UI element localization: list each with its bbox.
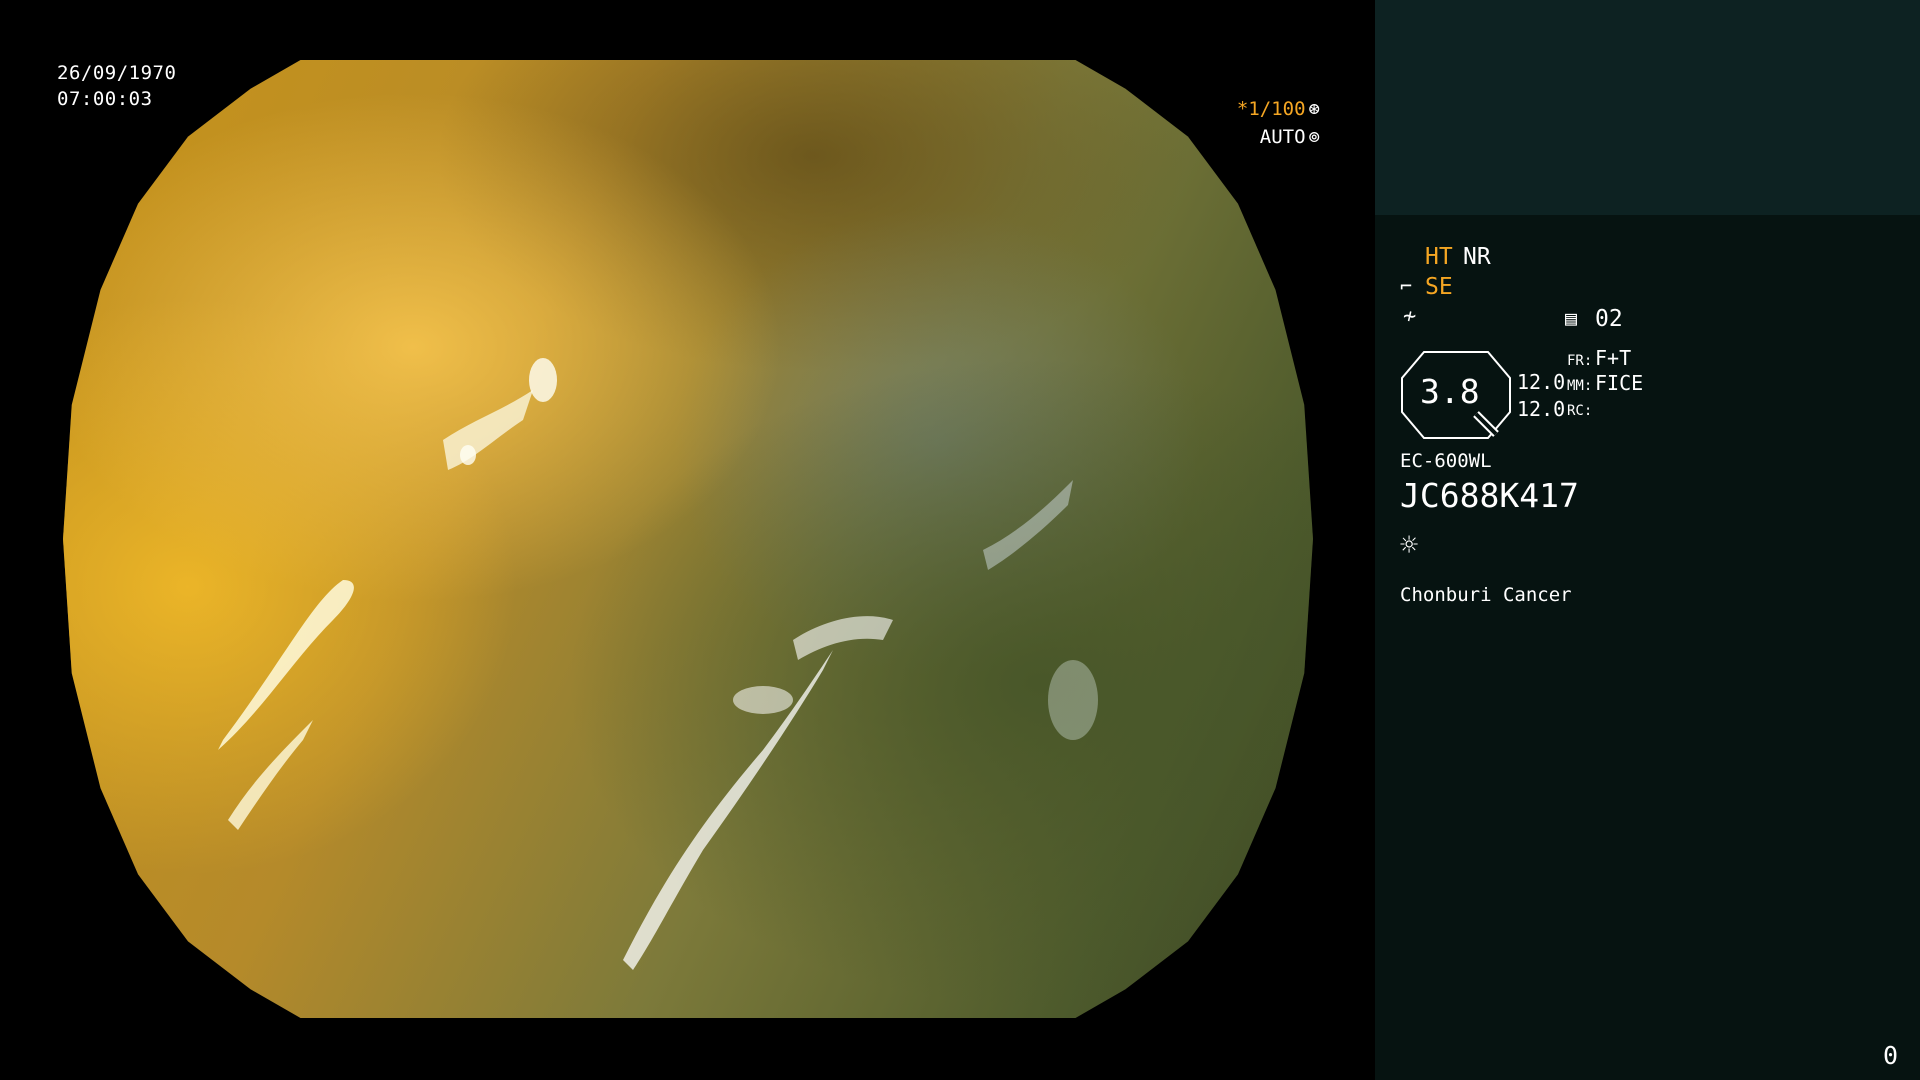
exposure-mode: AUTO ⊚ <box>1260 126 1320 148</box>
scope-id: JC688K417 <box>1400 476 1579 515</box>
value-2: 12.0 <box>1517 397 1566 421</box>
light-icon: ☼ <box>1400 528 1419 563</box>
storage-icon: ▤ <box>1565 306 1578 330</box>
institution-name: Chonburi Cancer <box>1400 584 1572 606</box>
info-panel: HT NR ⌐ SE ≁ ▤ 02 3.8 12.0 12.0 FR: F+T … <box>1375 0 1920 1080</box>
info-panel-header <box>1375 0 1920 215</box>
value-1: 12.0 <box>1517 370 1566 394</box>
scope-model: EC-600WL <box>1400 450 1492 472</box>
structure-enhance-icon: ⌐ <box>1400 274 1413 298</box>
nr-label: NR <box>1463 244 1491 270</box>
mm-label: MM: <box>1567 378 1593 394</box>
gamma-icon: ≁ <box>1403 304 1417 329</box>
date-label: 26/09/1970 <box>57 62 177 84</box>
fr-value: F+T <box>1595 346 1632 370</box>
left-overlay: 26/09/1970 07:00:03 *1/100 ⊛ AUTO ⊚ <box>0 0 1375 1080</box>
time-label: 07:00:03 <box>57 88 153 110</box>
fr-label: FR: <box>1567 353 1593 369</box>
se-label: SE <box>1425 274 1453 300</box>
frame-counter: 0 <box>1882 1041 1898 1070</box>
ht-label: HT <box>1425 244 1453 270</box>
aperture-icon: ⊛ <box>1308 98 1320 120</box>
mm-value: FICE <box>1595 371 1644 395</box>
exposure-mode-label: AUTO <box>1259 126 1306 148</box>
shutter-speed: *1/100 ⊛ <box>1237 98 1320 120</box>
rc-label: RC: <box>1567 403 1593 419</box>
storage-count: 02 <box>1595 306 1623 332</box>
iris-icon: ⊚ <box>1308 126 1320 148</box>
zoom-value: 3.8 <box>1420 372 1480 411</box>
endoscope-view-area: 26/09/1970 07:00:03 *1/100 ⊛ AUTO ⊚ <box>0 0 1375 1080</box>
shutter-value: *1/100 <box>1236 98 1306 120</box>
